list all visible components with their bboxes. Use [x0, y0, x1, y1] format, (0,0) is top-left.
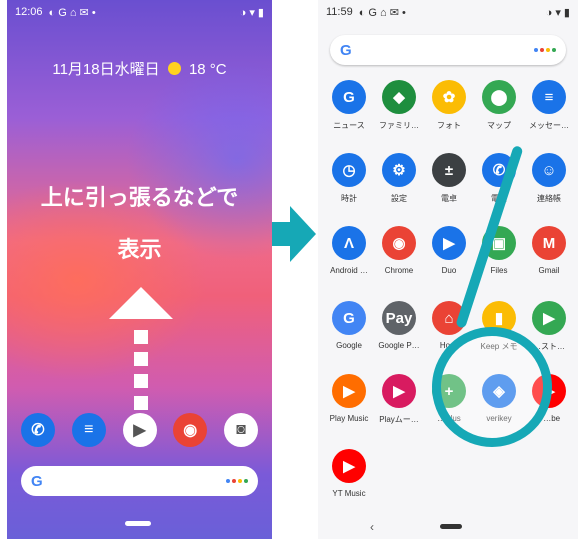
hint-text-line2: 表示 — [117, 237, 162, 262]
app-icon: ☺ — [532, 153, 566, 187]
swipe-dash — [134, 396, 148, 410]
google-logo-icon: G — [340, 41, 352, 59]
app-launcher[interactable]: ◷ 時計 — [324, 153, 374, 204]
app-icon: ◉ — [382, 226, 416, 260]
transition-arrow-icon — [272, 206, 316, 262]
app-icon: ▶ — [532, 301, 566, 335]
app-launcher[interactable]: ✿ フォト — [424, 80, 474, 131]
app-launcher[interactable]: ± 電卓 — [424, 153, 474, 204]
app-icon: ▶ — [332, 374, 366, 408]
app-label: 電卓 — [441, 194, 457, 203]
camera-icon[interactable]: ◙ — [224, 413, 258, 447]
app-icon: ▶ — [382, 374, 416, 408]
status-notification-icons: ◐ G ⌂ ✉ • — [358, 6, 406, 19]
app-drawer: 11:59 ◐ G ⌂ ✉ • ◑ ▾ ▮ G G ニュース ◆ ファミリ… ✿ フォト ⬤… — [318, 0, 578, 539]
messages-icon[interactable]: ≡ — [71, 413, 106, 447]
app-launcher[interactable]: ▶ YT Music — [324, 449, 374, 498]
app-dock: ✆ ≡ ▶ ◉ ◙ — [21, 413, 258, 449]
app-icon: ▶ — [432, 226, 466, 260]
home-gesture-bar[interactable] — [440, 524, 462, 529]
swipe-dash — [134, 330, 148, 344]
status-notification-icons: ◐ G ⌂ ✉ • — [48, 6, 96, 19]
app-label: Chrome — [384, 266, 414, 275]
app-icon: ≡ — [532, 80, 566, 114]
status-time: 11:59 — [326, 6, 353, 18]
google-logo-icon: G — [31, 472, 43, 490]
app-icon: ◆ — [382, 80, 416, 114]
swipe-up-arrow-icon — [109, 287, 173, 319]
app-icon: G — [332, 80, 366, 114]
app-icon: ▶ — [332, 449, 366, 483]
app-launcher[interactable]: Pay Google P… — [374, 301, 424, 350]
app-icon: ✿ — [432, 80, 466, 114]
app-launcher[interactable]: ⚙ 設定 — [374, 153, 424, 204]
home-gesture-bar[interactable] — [125, 521, 151, 526]
app-label: フォト — [437, 121, 461, 130]
google-search-bar[interactable]: G — [330, 35, 566, 65]
app-icon: Pay — [382, 301, 416, 335]
app-label: 連絡帳 — [537, 194, 561, 203]
app-label: ファミリ… — [379, 121, 419, 130]
app-icon: ◷ — [332, 153, 366, 187]
status-bar: 11:59 ◐ G ⌂ ✉ • ◑ ▾ ▮ — [326, 4, 570, 20]
app-label: Duo — [441, 266, 457, 275]
home-screen: 12:06 ◐ G ⌂ ✉ • ◑ ▾ ▮ 11月18日水曜日 18 °C 上に… — [7, 0, 272, 539]
temperature-label: 18 °C — [188, 61, 227, 78]
app-label: ニュース — [333, 121, 365, 130]
app-label: マップ — [487, 121, 511, 130]
app-icon: G — [332, 301, 366, 335]
play-store-icon[interactable]: ▶ — [122, 413, 157, 447]
app-label: Android … — [330, 266, 368, 275]
app-label: 設定 — [391, 194, 407, 203]
date-weather-widget[interactable]: 11月18日水曜日 18 °C — [7, 58, 272, 79]
date-label: 11月18日水曜日 — [52, 61, 160, 78]
magnifier-lens — [432, 327, 552, 447]
stage: 12:06 ◐ G ⌂ ✉ • ◑ ▾ ▮ 11月18日水曜日 18 °C 上に… — [0, 0, 578, 539]
app-icon: ⬤ — [482, 80, 516, 114]
phone-icon[interactable]: ✆ — [21, 413, 55, 447]
app-launcher[interactable]: ☺ 連絡帳 — [524, 153, 574, 204]
app-launcher[interactable]: M Gmail — [524, 226, 574, 275]
status-system-icons: ◑ ▾ ▮ — [545, 6, 570, 19]
app-icon: ⚙ — [382, 153, 416, 187]
swipe-dash — [134, 374, 148, 388]
app-launcher[interactable]: Λ Android … — [324, 226, 374, 275]
app-label: メッセー… — [529, 121, 569, 130]
assistant-icon[interactable] — [534, 48, 556, 52]
app-label: Google — [336, 341, 362, 350]
app-label: Gmail — [538, 266, 560, 275]
app-launcher[interactable]: ▶ Playムー… — [374, 374, 424, 425]
app-launcher[interactable]: ≡ メッセー… — [524, 80, 574, 131]
app-label: YT Music — [332, 489, 366, 498]
app-label: Google P… — [378, 341, 420, 350]
app-launcher[interactable]: ▶ Duo — [424, 226, 474, 275]
sun-icon — [167, 62, 181, 75]
hint-text-line1: 上に引っ張るなどで — [40, 185, 239, 210]
app-launcher[interactable]: ◉ Chrome — [374, 226, 424, 275]
google-search-bar[interactable]: G — [21, 466, 258, 496]
chrome-icon[interactable]: ◉ — [173, 413, 208, 447]
app-label: 時計 — [341, 194, 357, 203]
status-time: 12:06 — [15, 6, 43, 18]
app-icon: ± — [432, 153, 466, 187]
app-label: Play Music — [329, 414, 369, 423]
app-icon: M — [532, 226, 566, 260]
swipe-dash — [134, 352, 148, 366]
app-label: Playムー… — [379, 415, 419, 424]
status-bar: 12:06 ◐ G ⌂ ✉ • ◑ ▾ ▮ — [15, 4, 264, 20]
app-launcher[interactable]: ◆ ファミリ… — [374, 80, 424, 131]
app-launcher[interactable]: G Google — [324, 301, 374, 350]
status-system-icons: ◑ ▾ ▮ — [239, 6, 264, 19]
back-nav-icon[interactable]: ‹ — [370, 520, 374, 534]
app-launcher[interactable]: ⬤ マップ — [474, 80, 524, 131]
app-launcher[interactable]: ▶ Play Music — [324, 374, 374, 423]
app-icon: Λ — [332, 226, 366, 260]
assistant-icon[interactable] — [226, 479, 248, 483]
app-launcher[interactable]: G ニュース — [324, 80, 374, 131]
